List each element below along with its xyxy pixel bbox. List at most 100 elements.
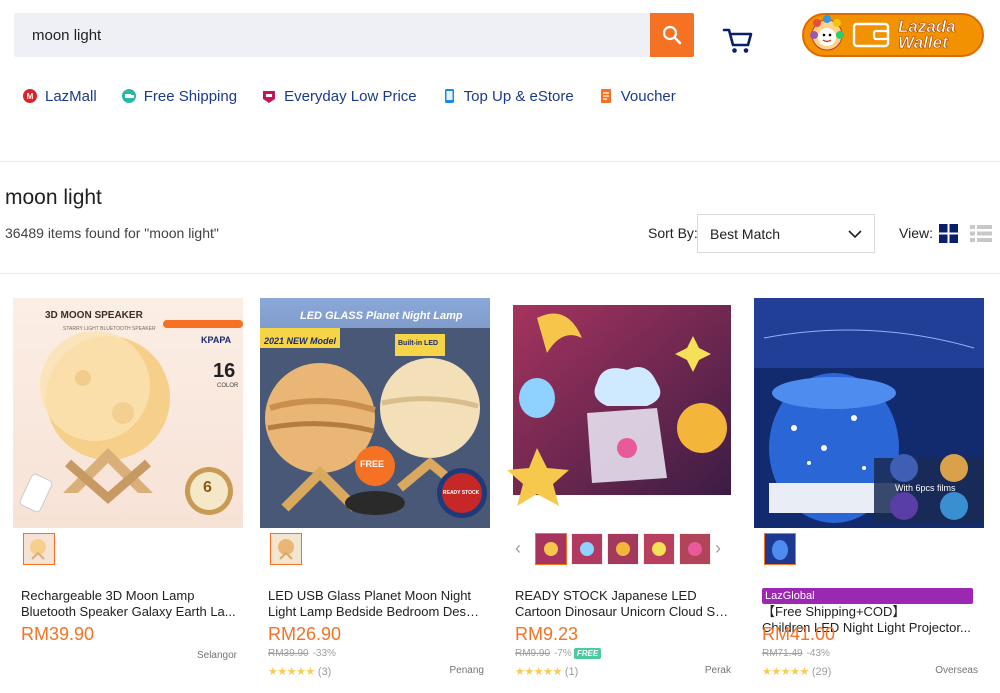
product-price: RM41.00 bbox=[762, 624, 836, 644]
product-thumbnail[interactable] bbox=[679, 533, 711, 565]
product-price: RM26.90 bbox=[268, 624, 342, 644]
thumbnail-image bbox=[652, 542, 666, 556]
star-icon: ★★★★★ bbox=[268, 666, 315, 678]
product-image[interactable]: With 6pcs films bbox=[754, 298, 984, 528]
original-price-row: RM39.90 -33% bbox=[268, 648, 336, 659]
free-shipping-icon bbox=[121, 89, 136, 103]
product-name-line2: Light Lamp Bedside Bedroom Desk... bbox=[268, 604, 483, 619]
lazada-wallet-button[interactable]: Lazada Wallet bbox=[802, 13, 984, 57]
thumb-subtitle: STARRY LIGHT BLUETOOTH SPEAKER bbox=[63, 326, 156, 332]
thumbnail-image bbox=[278, 539, 294, 560]
thumb-title: LED GLASS Planet Night Lamp bbox=[300, 310, 463, 322]
product-image[interactable]: 3D MOON SPEAKER STARRY LIGHT BLUETOOTH S… bbox=[13, 298, 243, 528]
original-price-row: RM9.90 -7% FREE bbox=[515, 648, 602, 659]
product-thumbnail[interactable] bbox=[643, 533, 675, 565]
carousel-next-button[interactable]: › bbox=[715, 538, 721, 559]
star-icon: ★★★★★ bbox=[515, 666, 562, 678]
nav-label: Voucher bbox=[620, 87, 676, 105]
thumbnail-image bbox=[616, 542, 630, 556]
product-image[interactable] bbox=[507, 298, 737, 528]
voucher-icon bbox=[600, 89, 611, 103]
original-price: RM71.49 bbox=[762, 648, 803, 659]
rating: ★★★★★ (29) bbox=[762, 665, 831, 678]
results-divider bbox=[0, 273, 1000, 274]
product-card[interactable]: ‹ › READY STOCK Japanese LED Cartoon Din… bbox=[507, 298, 737, 693]
nav-label: LazMall bbox=[45, 87, 97, 105]
thumb-model: 2021 NEW Model bbox=[264, 336, 337, 346]
grid-view-icon[interactable] bbox=[939, 224, 958, 243]
lazada-mascot-icon bbox=[810, 15, 844, 51]
results-count: 36489 items found for "moon light" bbox=[5, 225, 219, 241]
nav-item-lazmall[interactable]: M LazMall bbox=[22, 86, 97, 106]
nav-item-free-shipping[interactable]: Free Shipping bbox=[121, 86, 237, 106]
wallet-card-icon bbox=[852, 22, 890, 48]
rating: ★★★★★ (1) bbox=[515, 665, 578, 678]
product-card[interactable]: 3D MOON SPEAKER STARRY LIGHT BLUETOOTH S… bbox=[13, 298, 243, 693]
sort-dropdown[interactable]: Best Match bbox=[697, 214, 875, 253]
category-nav: M LazMall Free Shipping Everyday Low Pri… bbox=[22, 86, 700, 106]
product-card[interactable]: LED GLASS Planet Night Lamp 2021 NEW Mod… bbox=[260, 298, 490, 693]
wallet-line2: Wallet bbox=[898, 33, 948, 52]
product-location: Overseas bbox=[935, 665, 978, 676]
search-box[interactable] bbox=[14, 13, 650, 57]
thumbnail-image bbox=[688, 542, 702, 556]
search-input[interactable] bbox=[14, 13, 650, 57]
review-count: (3) bbox=[317, 666, 332, 678]
product-name[interactable]: LED USB Glass Planet Moon Night Light La… bbox=[268, 588, 483, 620]
product-name-line1: Rechargeable 3D Moon Lamp bbox=[21, 588, 195, 603]
nav-item-topup[interactable]: Top Up & eStore bbox=[441, 86, 574, 106]
product-location: Perak bbox=[704, 665, 731, 676]
product-thumbnail[interactable] bbox=[764, 533, 796, 565]
product-location: Selangor bbox=[196, 650, 237, 661]
thumb-led: Built-in LED bbox=[398, 340, 439, 347]
thumb-color-label: COLOR bbox=[217, 383, 239, 389]
thumbnail-image bbox=[772, 540, 788, 560]
review-count: (29) bbox=[811, 666, 832, 678]
nav-label: Free Shipping bbox=[143, 87, 238, 105]
nav-label: Everyday Low Price bbox=[284, 87, 417, 105]
lazmall-icon: M bbox=[23, 89, 37, 103]
thumb-warranty: 6 bbox=[203, 479, 212, 496]
nav-item-everyday-low-price[interactable]: Everyday Low Price bbox=[261, 86, 417, 106]
sort-value: Best Match bbox=[710, 225, 781, 242]
rating: ★★★★★ (3) bbox=[268, 665, 331, 678]
thumb-stock: READY STOCK bbox=[443, 490, 480, 496]
results-title: moon light bbox=[5, 186, 102, 209]
product-name-line2: Cartoon Dinosaur Unicorn Cloud Sta... bbox=[515, 604, 730, 619]
cartoon-lamps-image bbox=[507, 305, 731, 506]
discount: -7% bbox=[554, 648, 572, 659]
product-price: RM39.90 bbox=[21, 624, 95, 644]
product-name-line2: Bluetooth Speaker Galaxy Earth La... bbox=[21, 604, 236, 619]
product-name[interactable]: Rechargeable 3D Moon Lamp Bluetooth Spea… bbox=[21, 588, 236, 620]
product-location: Penang bbox=[449, 665, 484, 676]
search-icon bbox=[662, 25, 682, 45]
product-thumbnail[interactable] bbox=[535, 533, 567, 565]
sort-label: Sort By: bbox=[648, 225, 698, 241]
product-price: RM9.23 bbox=[515, 624, 579, 644]
thumb-brand: KPAPA bbox=[201, 335, 232, 345]
original-price: RM9.90 bbox=[515, 648, 551, 659]
free-shipping-badge: FREE bbox=[573, 648, 602, 659]
cart-icon[interactable] bbox=[722, 24, 754, 56]
product-name-line1: 【Free Shipping+COD】 bbox=[762, 604, 906, 619]
product-image[interactable]: LED GLASS Planet Night Lamp 2021 NEW Mod… bbox=[260, 298, 490, 528]
carousel-prev-button[interactable]: ‹ bbox=[515, 538, 521, 559]
list-view-icon[interactable] bbox=[970, 224, 992, 243]
thumbnail-image bbox=[30, 539, 46, 560]
thumb-title: 3D MOON SPEAKER bbox=[45, 310, 143, 321]
product-thumbnail[interactable] bbox=[270, 533, 302, 565]
original-price: RM39.90 bbox=[268, 648, 309, 659]
wallet-label: Lazada Wallet bbox=[892, 18, 956, 52]
thumbnail-image bbox=[544, 542, 558, 556]
product-name[interactable]: READY STOCK Japanese LED Cartoon Dinosau… bbox=[515, 588, 730, 620]
product-thumbnail[interactable] bbox=[571, 533, 603, 565]
nav-item-voucher[interactable]: Voucher bbox=[598, 86, 676, 106]
topup-icon bbox=[444, 89, 454, 103]
thumb-caption: With 6pcs films bbox=[895, 483, 956, 493]
product-card[interactable]: With 6pcs films LazGlobal 【Free Shipping+… bbox=[754, 298, 984, 693]
search-button[interactable] bbox=[650, 13, 694, 57]
product-name-line1: LED USB Glass Planet Moon Night bbox=[268, 588, 472, 603]
product-thumbnail[interactable] bbox=[607, 533, 639, 565]
nav-label: Top Up & eStore bbox=[463, 87, 574, 105]
product-thumbnail[interactable] bbox=[23, 533, 55, 565]
